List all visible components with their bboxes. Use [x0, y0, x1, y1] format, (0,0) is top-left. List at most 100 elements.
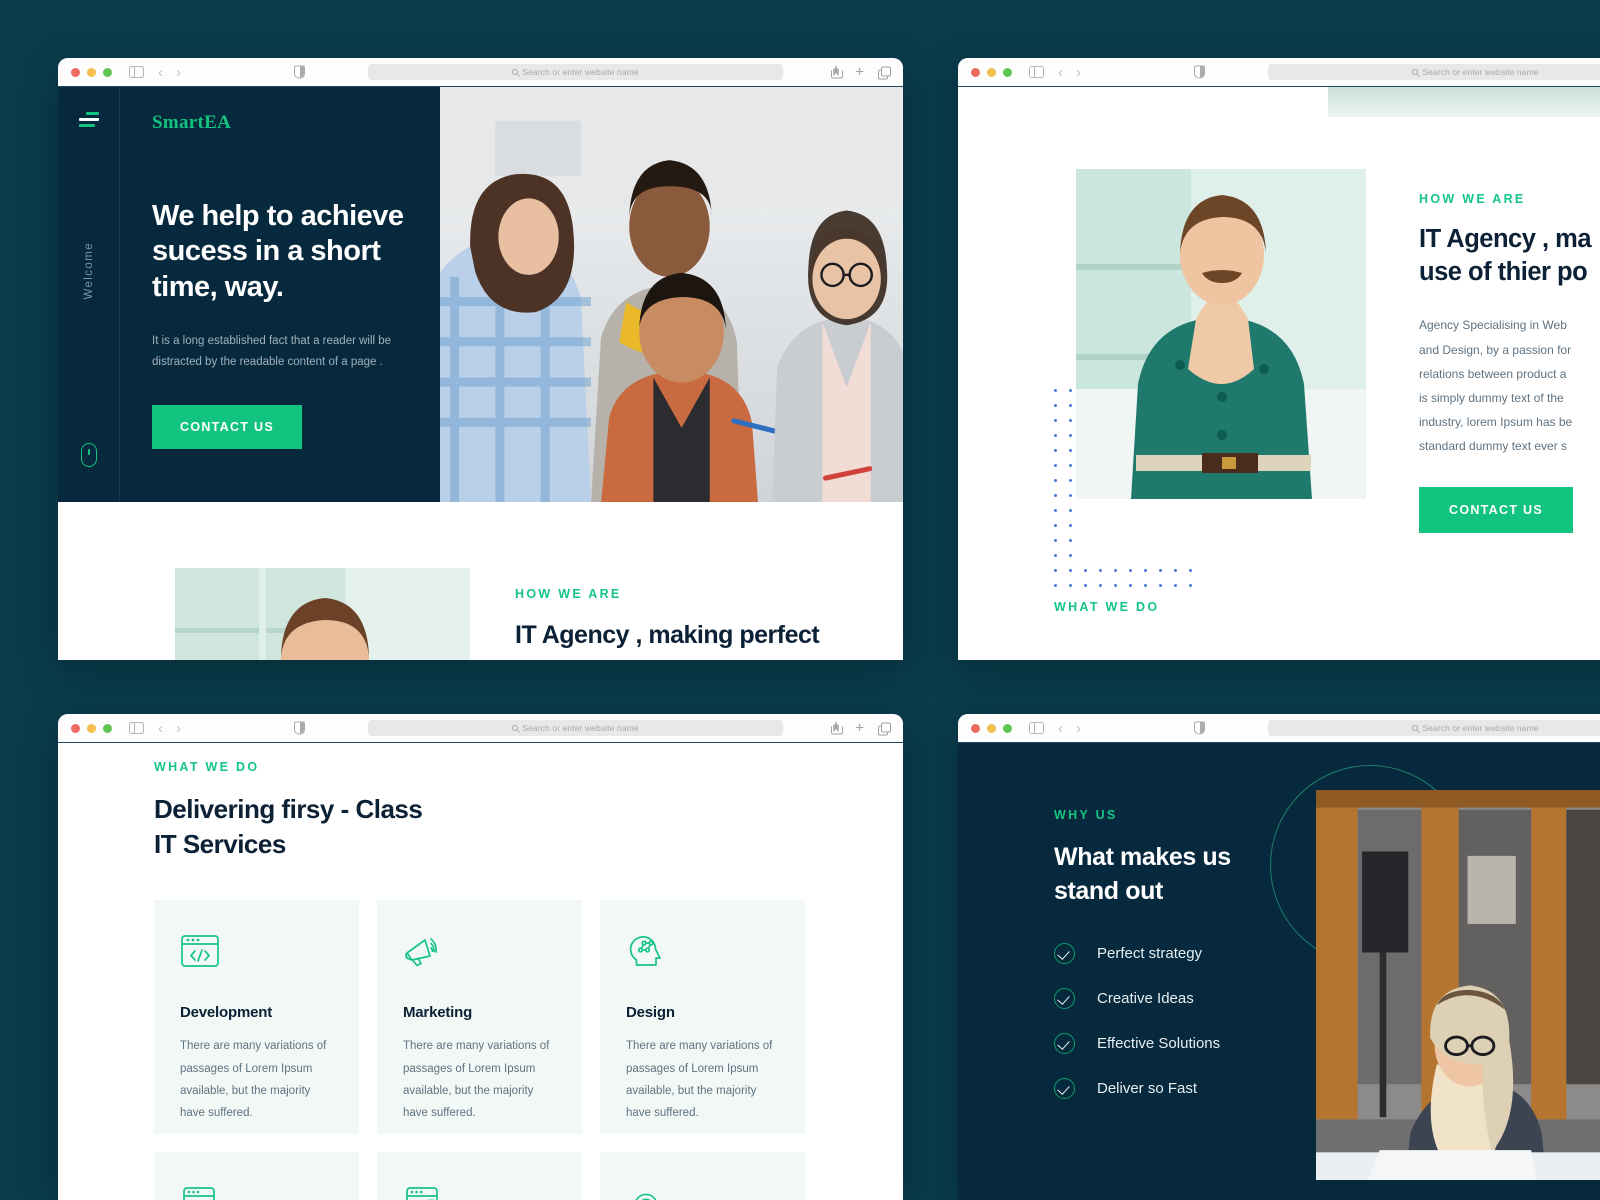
about-heading-line-2: use of thier po: [1419, 258, 1588, 287]
zoom-button[interactable]: [103, 67, 112, 77]
traffic-lights[interactable]: [71, 67, 112, 77]
list-item-label: Deliver so Fast: [1097, 1079, 1198, 1097]
hero-bottom-edge: [958, 87, 1600, 117]
minimize-button[interactable]: [987, 67, 996, 77]
service-card[interactable]: [154, 1152, 359, 1200]
search-input[interactable]: Search or enter website name: [368, 720, 783, 736]
plus-icon[interactable]: +: [855, 65, 864, 80]
dot: [1069, 509, 1072, 512]
close-button[interactable]: [71, 67, 80, 77]
dot: [1054, 389, 1057, 392]
shield-icon[interactable]: [1194, 721, 1205, 735]
close-button[interactable]: [971, 723, 980, 733]
forward-icon[interactable]: ›: [1076, 721, 1081, 736]
nav-arrows[interactable]: ‹ ›: [158, 721, 181, 736]
forward-icon[interactable]: ›: [1076, 65, 1081, 80]
about-man-photo-illustration: [1076, 169, 1366, 499]
hero-section: Welcome SmartEA We help to achieve suces…: [58, 87, 903, 502]
services-section: WHAT WE DO Delivering firsy - Class IT S…: [58, 743, 903, 1200]
service-cards-row-2: [154, 1152, 903, 1200]
shield-icon[interactable]: [294, 65, 305, 79]
service-card[interactable]: Marketing There are many variations of p…: [377, 900, 582, 1135]
search-placeholder: Search or enter website name: [522, 67, 639, 77]
browser-toolbar[interactable]: ‹ › Search or enter website name +: [958, 714, 1600, 743]
shield-icon[interactable]: [294, 721, 305, 735]
minimize-button[interactable]: [87, 67, 96, 77]
why-us-checklist: Perfect strategy Creative Ideas Effectiv…: [1054, 942, 1318, 1099]
dot: [1069, 554, 1072, 557]
close-button[interactable]: [71, 723, 80, 733]
service-card[interactable]: [600, 1152, 805, 1200]
service-card[interactable]: Development There are many variations of…: [154, 900, 359, 1135]
about-heading-line-1: IT Agency , ma: [1419, 225, 1592, 253]
service-card-text: There are many variations of passages of…: [180, 1040, 327, 1120]
nav-arrows[interactable]: ‹ ›: [158, 65, 181, 80]
shield-icon[interactable]: [1194, 65, 1205, 79]
search-icon: [1412, 725, 1419, 731]
dot: [1069, 539, 1072, 542]
service-card-title: Marketing: [403, 1004, 473, 1022]
plus-icon[interactable]: +: [855, 721, 864, 736]
about-photo: [175, 568, 470, 660]
share-icon[interactable]: [831, 722, 844, 734]
service-card[interactable]: Design There are many variations of pass…: [600, 900, 805, 1135]
search-placeholder: Search or enter website name: [1422, 67, 1539, 77]
search-input[interactable]: Search or enter website name: [368, 64, 783, 80]
back-icon[interactable]: ‹: [158, 721, 163, 736]
about-man-photo-illustration: [175, 568, 470, 660]
mouse-scroll-icon: [80, 443, 97, 467]
browser-window-3[interactable]: ‹ › Search or enter website name + WHAT …: [58, 714, 903, 1200]
zoom-button[interactable]: [103, 723, 112, 733]
check-circle-icon: [1054, 942, 1075, 964]
traffic-lights[interactable]: [71, 723, 112, 733]
zoom-button[interactable]: [1003, 67, 1012, 77]
back-icon[interactable]: ‹: [1058, 65, 1063, 80]
service-card[interactable]: [377, 1152, 582, 1200]
dot: [1069, 434, 1072, 437]
sidebar-toggle-icon[interactable]: [1029, 66, 1044, 78]
sidebar-toggle-icon[interactable]: [1029, 722, 1044, 734]
forward-icon[interactable]: ›: [176, 65, 181, 80]
dot: [1159, 569, 1162, 572]
sidebar-toggle-icon[interactable]: [129, 722, 144, 734]
contact-us-button[interactable]: CONTACT US: [1419, 486, 1574, 533]
toolbar-actions[interactable]: +: [831, 721, 891, 736]
browser-toolbar[interactable]: ‹ › Search or enter website name +: [58, 58, 903, 87]
tabs-icon[interactable]: [878, 66, 891, 79]
browser-window-2[interactable]: ‹ › Search or enter website name +: [958, 58, 1600, 660]
sidebar-toggle-icon[interactable]: [129, 66, 144, 78]
brand-logo[interactable]: SmartEA: [152, 112, 440, 134]
search-input[interactable]: Search or enter website name: [1268, 720, 1600, 736]
browser-window-1[interactable]: ‹ › Search or enter website name + Welco…: [58, 58, 903, 660]
browser-window-4[interactable]: ‹ › Search or enter website name + WHY U…: [958, 714, 1600, 1200]
dot: [1069, 464, 1072, 467]
hamburger-menu-icon[interactable]: [78, 112, 99, 130]
share-icon[interactable]: [831, 66, 844, 78]
traffic-lights[interactable]: [971, 67, 1012, 77]
browser-toolbar[interactable]: ‹ › Search or enter website name +: [958, 58, 1600, 87]
browser-toolbar[interactable]: ‹ › Search or enter website name +: [58, 714, 903, 743]
back-icon[interactable]: ‹: [158, 65, 163, 80]
service-card-text: There are many variations of passages of…: [403, 1040, 550, 1120]
why-us-team-photo-illustration: [1316, 790, 1600, 1180]
list-item-label: Perfect strategy: [1097, 944, 1203, 962]
search-input[interactable]: Search or enter website name: [1268, 64, 1600, 80]
page-viewport-4: WHY US What makes us stand out Perfect s…: [958, 743, 1600, 1200]
back-icon[interactable]: ‹: [1058, 721, 1063, 736]
traffic-lights[interactable]: [971, 723, 1012, 733]
why-us-text: WHY US What makes us stand out Perfect s…: [958, 743, 1318, 1200]
about-text: HOW WE ARE IT Agency , making perfect: [470, 568, 820, 660]
about-heading: IT Agency , making perfect: [515, 621, 820, 649]
nav-arrows[interactable]: ‹ ›: [1058, 721, 1081, 736]
nav-arrows[interactable]: ‹ ›: [1058, 65, 1081, 80]
minimize-button[interactable]: [987, 723, 996, 733]
close-button[interactable]: [971, 67, 980, 77]
tabs-icon[interactable]: [878, 722, 891, 735]
minimize-button[interactable]: [87, 723, 96, 733]
zoom-button[interactable]: [1003, 723, 1012, 733]
forward-icon[interactable]: ›: [176, 721, 181, 736]
hero-copy: SmartEA We help to achieve sucess in a s…: [120, 87, 440, 502]
contact-us-button[interactable]: CONTACT US: [152, 404, 303, 449]
toolbar-actions[interactable]: +: [831, 65, 891, 80]
dot: [1174, 569, 1177, 572]
